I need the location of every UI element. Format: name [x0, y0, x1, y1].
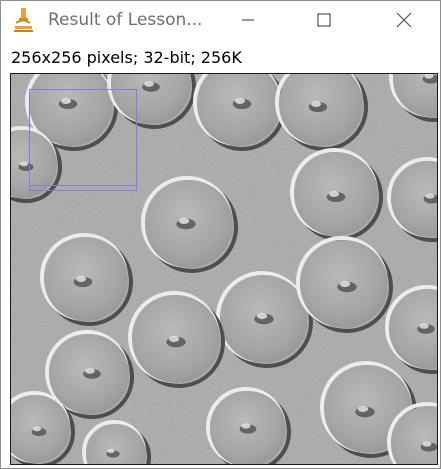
image-info-text: 256x256 pixels; 32-bit; 256K [11, 48, 242, 67]
image-window: Result of Lesson... 256x256 pixels; 32-b… [0, 0, 441, 469]
image-canvas[interactable] [10, 73, 438, 465]
micrograph-image [11, 74, 437, 464]
minimize-icon [242, 19, 254, 21]
maximize-icon [317, 13, 331, 27]
close-icon [396, 12, 412, 28]
maximize-button[interactable] [298, 1, 350, 39]
microscope-icon [14, 8, 33, 32]
title-bar[interactable]: Result of Lesson... [1, 1, 440, 41]
window-title: Result of Lesson... [48, 10, 203, 30]
minimize-button[interactable] [222, 1, 274, 39]
selection-roi-line [29, 185, 135, 186]
close-button[interactable] [378, 1, 430, 39]
